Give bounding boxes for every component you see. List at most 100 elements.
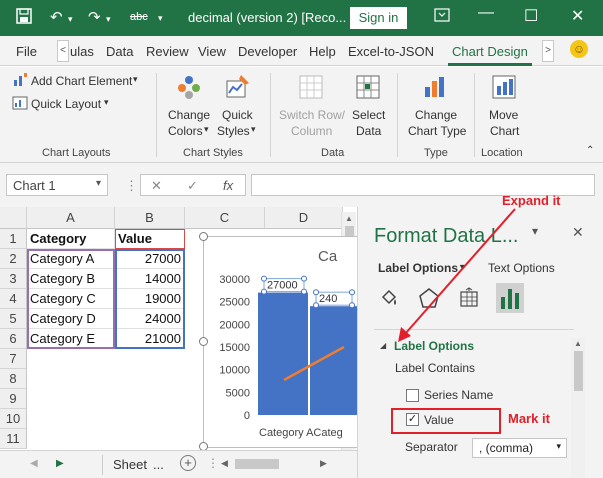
change-colors-label-2[interactable]: Colors xyxy=(168,124,203,138)
sheet-scroll-left-icon[interactable]: ◀ xyxy=(30,458,38,469)
move-chart-label-2[interactable]: Chart xyxy=(490,124,519,138)
ribbon-display-icon[interactable] xyxy=(434,8,450,27)
row-header[interactable]: 10 xyxy=(0,409,27,429)
series-name-checkbox[interactable] xyxy=(406,389,419,402)
row-header[interactable]: 9 xyxy=(0,389,27,409)
chart-resize-handle[interactable] xyxy=(199,337,208,346)
column-header[interactable]: A xyxy=(27,207,115,229)
row-header[interactable]: 7 xyxy=(0,349,27,369)
add-chart-element-button[interactable]: Add Chart Element xyxy=(31,74,132,88)
quick-styles-icon[interactable] xyxy=(223,73,251,104)
quick-styles-label-1[interactable]: Quick xyxy=(222,108,253,122)
undo-icon[interactable]: ↶ xyxy=(50,8,63,26)
quick-layout-icon[interactable] xyxy=(12,95,28,114)
change-colors-label-1[interactable]: Change xyxy=(168,108,210,122)
quick-styles-label-2[interactable]: Styles xyxy=(217,124,250,138)
column-header[interactable]: B xyxy=(115,207,185,229)
sheet-scroll-right-icon[interactable]: ▶ xyxy=(56,458,64,469)
save-icon[interactable] xyxy=(16,8,32,28)
tab-scroll-right-button[interactable]: > xyxy=(542,40,554,62)
select-data-label-2[interactable]: Data xyxy=(356,124,381,138)
collapse-section-icon[interactable]: ◢ xyxy=(380,341,386,350)
hscroll-left-icon[interactable]: ◀ xyxy=(221,458,228,469)
sign-in-button[interactable]: Sign in xyxy=(350,7,407,29)
tab-file[interactable]: File xyxy=(16,44,37,59)
add-chart-element-icon[interactable] xyxy=(12,72,28,91)
header-cell-category[interactable]: Category xyxy=(27,229,115,249)
row-header[interactable]: 11 xyxy=(0,429,27,449)
row-header[interactable]: 4 xyxy=(0,289,27,309)
select-all-corner[interactable] xyxy=(0,207,27,229)
section-label-options[interactable]: Label Options xyxy=(394,339,474,353)
change-chart-type-icon[interactable] xyxy=(421,73,449,104)
label-options-dropdown-icon[interactable]: ▼ xyxy=(458,262,467,272)
scrollbar-thumb[interactable] xyxy=(574,351,583,391)
tab-formulas[interactable]: ulas xyxy=(70,44,94,59)
quick-layout-button[interactable]: Quick Layout xyxy=(31,97,101,111)
pane-close-button[interactable]: ✕ xyxy=(572,224,584,241)
move-chart-label-1[interactable]: Move xyxy=(489,108,518,122)
tab-developer[interactable]: Developer xyxy=(238,44,297,59)
row-header[interactable]: 8 xyxy=(0,369,27,389)
column-header[interactable]: C xyxy=(185,207,265,229)
scroll-up-icon[interactable]: ▲ xyxy=(345,214,353,223)
label-options-icon[interactable] xyxy=(496,283,524,313)
add-chart-element-dropdown-icon[interactable]: ▾ xyxy=(133,74,138,85)
quick-styles-dropdown-icon[interactable]: ▾ xyxy=(251,124,256,135)
row-header[interactable]: 2 xyxy=(0,249,27,269)
chevron-down-icon[interactable]: ▾ xyxy=(96,178,101,189)
quick-layout-dropdown-icon[interactable]: ▾ xyxy=(104,97,109,108)
row-header[interactable]: 6 xyxy=(0,329,27,349)
fill-line-icon[interactable] xyxy=(378,287,400,312)
change-colors-dropdown-icon[interactable]: ▾ xyxy=(204,124,209,135)
select-data-label-1[interactable]: Select xyxy=(352,108,385,122)
pane-scrollbar[interactable]: ▲ xyxy=(571,338,585,478)
tab-chart-design[interactable]: Chart Design xyxy=(448,44,532,66)
hscroll-right-icon[interactable]: ▶ xyxy=(320,458,327,469)
change-chart-type-label-2[interactable]: Chart Type xyxy=(408,124,466,138)
chevron-down-icon[interactable]: ▾ xyxy=(556,441,561,452)
row-header[interactable]: 3 xyxy=(0,269,27,289)
separator-select[interactable]: , (comma) ▾ xyxy=(472,438,567,458)
chart-area[interactable]: Ca 0 5000 10000 15000 20000 25000 30000 27000 2… xyxy=(199,232,363,451)
change-chart-type-label-1[interactable]: Change xyxy=(415,108,457,122)
tab-help[interactable]: Help xyxy=(309,44,336,59)
tab-scroll-left-button[interactable]: < xyxy=(57,40,69,62)
customize-qat-icon[interactable]: ▾ xyxy=(158,13,163,24)
size-properties-icon[interactable] xyxy=(458,287,480,312)
sheet-more[interactable]: ... xyxy=(153,457,164,472)
scroll-up-icon[interactable]: ▲ xyxy=(574,339,582,348)
name-box[interactable]: Chart 1 ▾ xyxy=(6,174,108,196)
pane-menu-icon[interactable]: ▾ xyxy=(532,224,538,238)
column-header[interactable]: D xyxy=(265,207,343,229)
abc-icon[interactable]: abc xyxy=(130,11,148,23)
move-chart-icon[interactable] xyxy=(490,73,518,104)
effects-icon[interactable] xyxy=(418,287,440,312)
close-window-button[interactable]: ✕ xyxy=(571,6,584,26)
tab-text-options[interactable]: Text Options xyxy=(488,261,555,275)
maximize-button[interactable]: ☐ xyxy=(524,6,538,26)
add-sheet-icon[interactable]: + xyxy=(180,455,196,471)
enter-formula-button[interactable]: ✓ xyxy=(187,178,198,194)
redo-dropdown-icon[interactable]: ▾ xyxy=(106,14,111,25)
row-header[interactable]: 5 xyxy=(0,309,27,329)
undo-dropdown-icon[interactable]: ▾ xyxy=(68,14,73,25)
change-colors-icon[interactable] xyxy=(175,73,203,104)
row-header[interactable]: 1 xyxy=(0,229,27,249)
minimize-button[interactable]: — xyxy=(478,4,494,22)
redo-icon[interactable]: ↷ xyxy=(88,8,101,26)
horizontal-scrollbar-thumb[interactable] xyxy=(235,459,279,469)
cancel-formula-button[interactable]: ✕ xyxy=(151,178,162,194)
insert-function-button[interactable]: fx xyxy=(223,178,233,193)
tab-review[interactable]: Review xyxy=(146,44,189,59)
series-name-label[interactable]: Series Name xyxy=(424,388,493,402)
tab-data[interactable]: Data xyxy=(106,44,133,59)
tab-excel-to-json[interactable]: Excel-to-JSON xyxy=(348,44,434,59)
sheet-tab[interactable]: Sheet xyxy=(113,457,147,472)
tab-view[interactable]: View xyxy=(198,44,226,59)
chart-resize-handle[interactable] xyxy=(199,232,208,241)
collapse-ribbon-icon[interactable]: ⌃ xyxy=(586,145,594,156)
select-data-icon[interactable] xyxy=(354,73,382,104)
tab-label-options[interactable]: Label Options xyxy=(378,261,458,275)
smiley-icon[interactable]: ☺ xyxy=(570,40,588,58)
